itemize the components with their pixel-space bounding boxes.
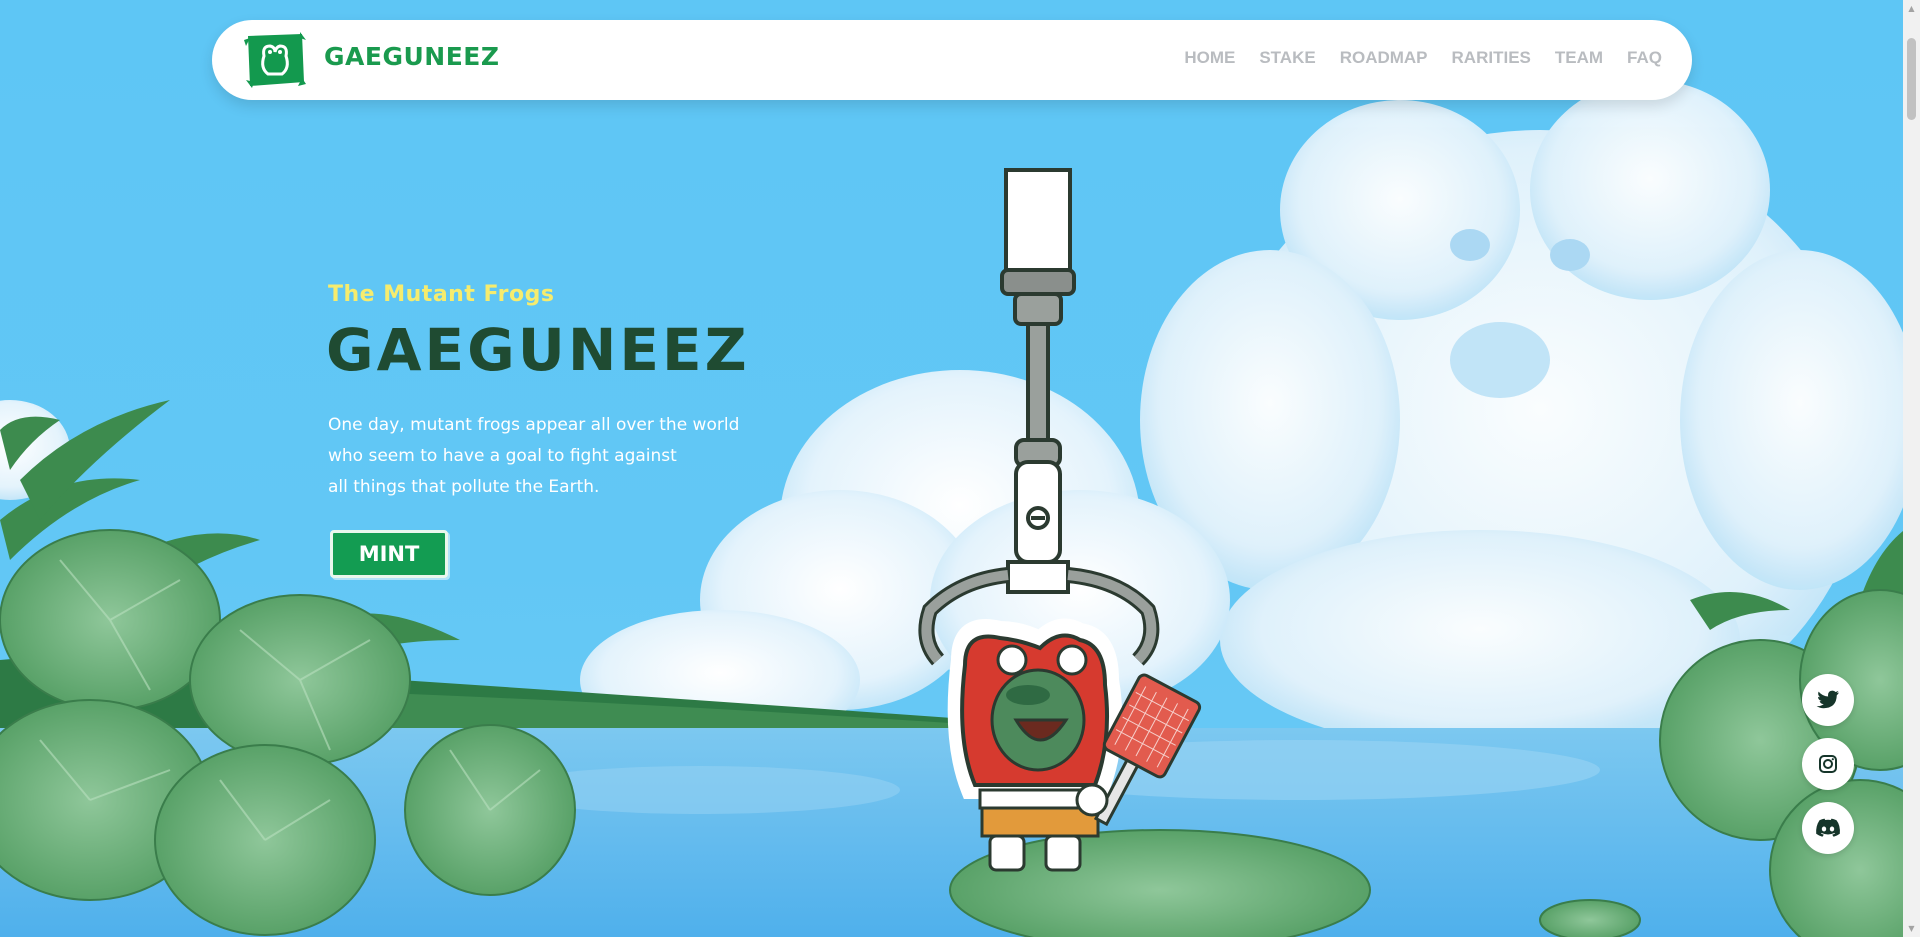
hero-description-line: One day, mutant frogs appear all over th… bbox=[328, 415, 740, 435]
brand-name[interactable]: GAEGUNEEZ bbox=[324, 42, 499, 71]
nav-menu: HOME STAKE ROADMAP RARITIES TEAM FAQ bbox=[1184, 48, 1662, 68]
instagram-button[interactable] bbox=[1802, 738, 1854, 790]
hero-description-line: who seem to have a goal to fight against bbox=[328, 446, 677, 466]
scroll-up-icon[interactable]: ▲ bbox=[1903, 0, 1920, 17]
hero-description: One day, mutant frogs appear all over th… bbox=[328, 410, 748, 503]
hero-stage: GAEGUNEEZ HOME STAKE ROADMAP RARITIES TE… bbox=[0, 0, 1920, 937]
discord-button[interactable] bbox=[1802, 802, 1854, 854]
nav-faq[interactable]: FAQ bbox=[1627, 48, 1662, 68]
instagram-icon bbox=[1819, 755, 1837, 773]
twitter-icon bbox=[1816, 690, 1839, 709]
hero-description-line: all things that pollute the Earth. bbox=[328, 477, 600, 497]
hero-title: GAEGUNEEZ bbox=[326, 316, 750, 384]
nav-rarities[interactable]: RARITIES bbox=[1452, 48, 1531, 68]
hero-subtitle: The Mutant Frogs bbox=[328, 282, 555, 307]
nav-home[interactable]: HOME bbox=[1184, 48, 1235, 68]
navbar: GAEGUNEEZ HOME STAKE ROADMAP RARITIES TE… bbox=[212, 20, 1692, 100]
nav-team[interactable]: TEAM bbox=[1555, 48, 1603, 68]
twitter-button[interactable] bbox=[1802, 674, 1854, 726]
nav-stake[interactable]: STAKE bbox=[1259, 48, 1315, 68]
nav-roadmap[interactable]: ROADMAP bbox=[1340, 48, 1428, 68]
hero-illustration bbox=[0, 80, 1920, 937]
frog-logo-icon[interactable] bbox=[242, 30, 308, 90]
scroll-thumb[interactable] bbox=[1907, 38, 1916, 120]
page-scrollbar[interactable]: ▲ ▼ bbox=[1903, 0, 1920, 937]
left-lily-pads bbox=[0, 529, 576, 936]
scroll-down-icon[interactable]: ▼ bbox=[1903, 920, 1920, 937]
mint-button[interactable]: MINT bbox=[330, 530, 448, 578]
discord-icon bbox=[1816, 818, 1840, 837]
